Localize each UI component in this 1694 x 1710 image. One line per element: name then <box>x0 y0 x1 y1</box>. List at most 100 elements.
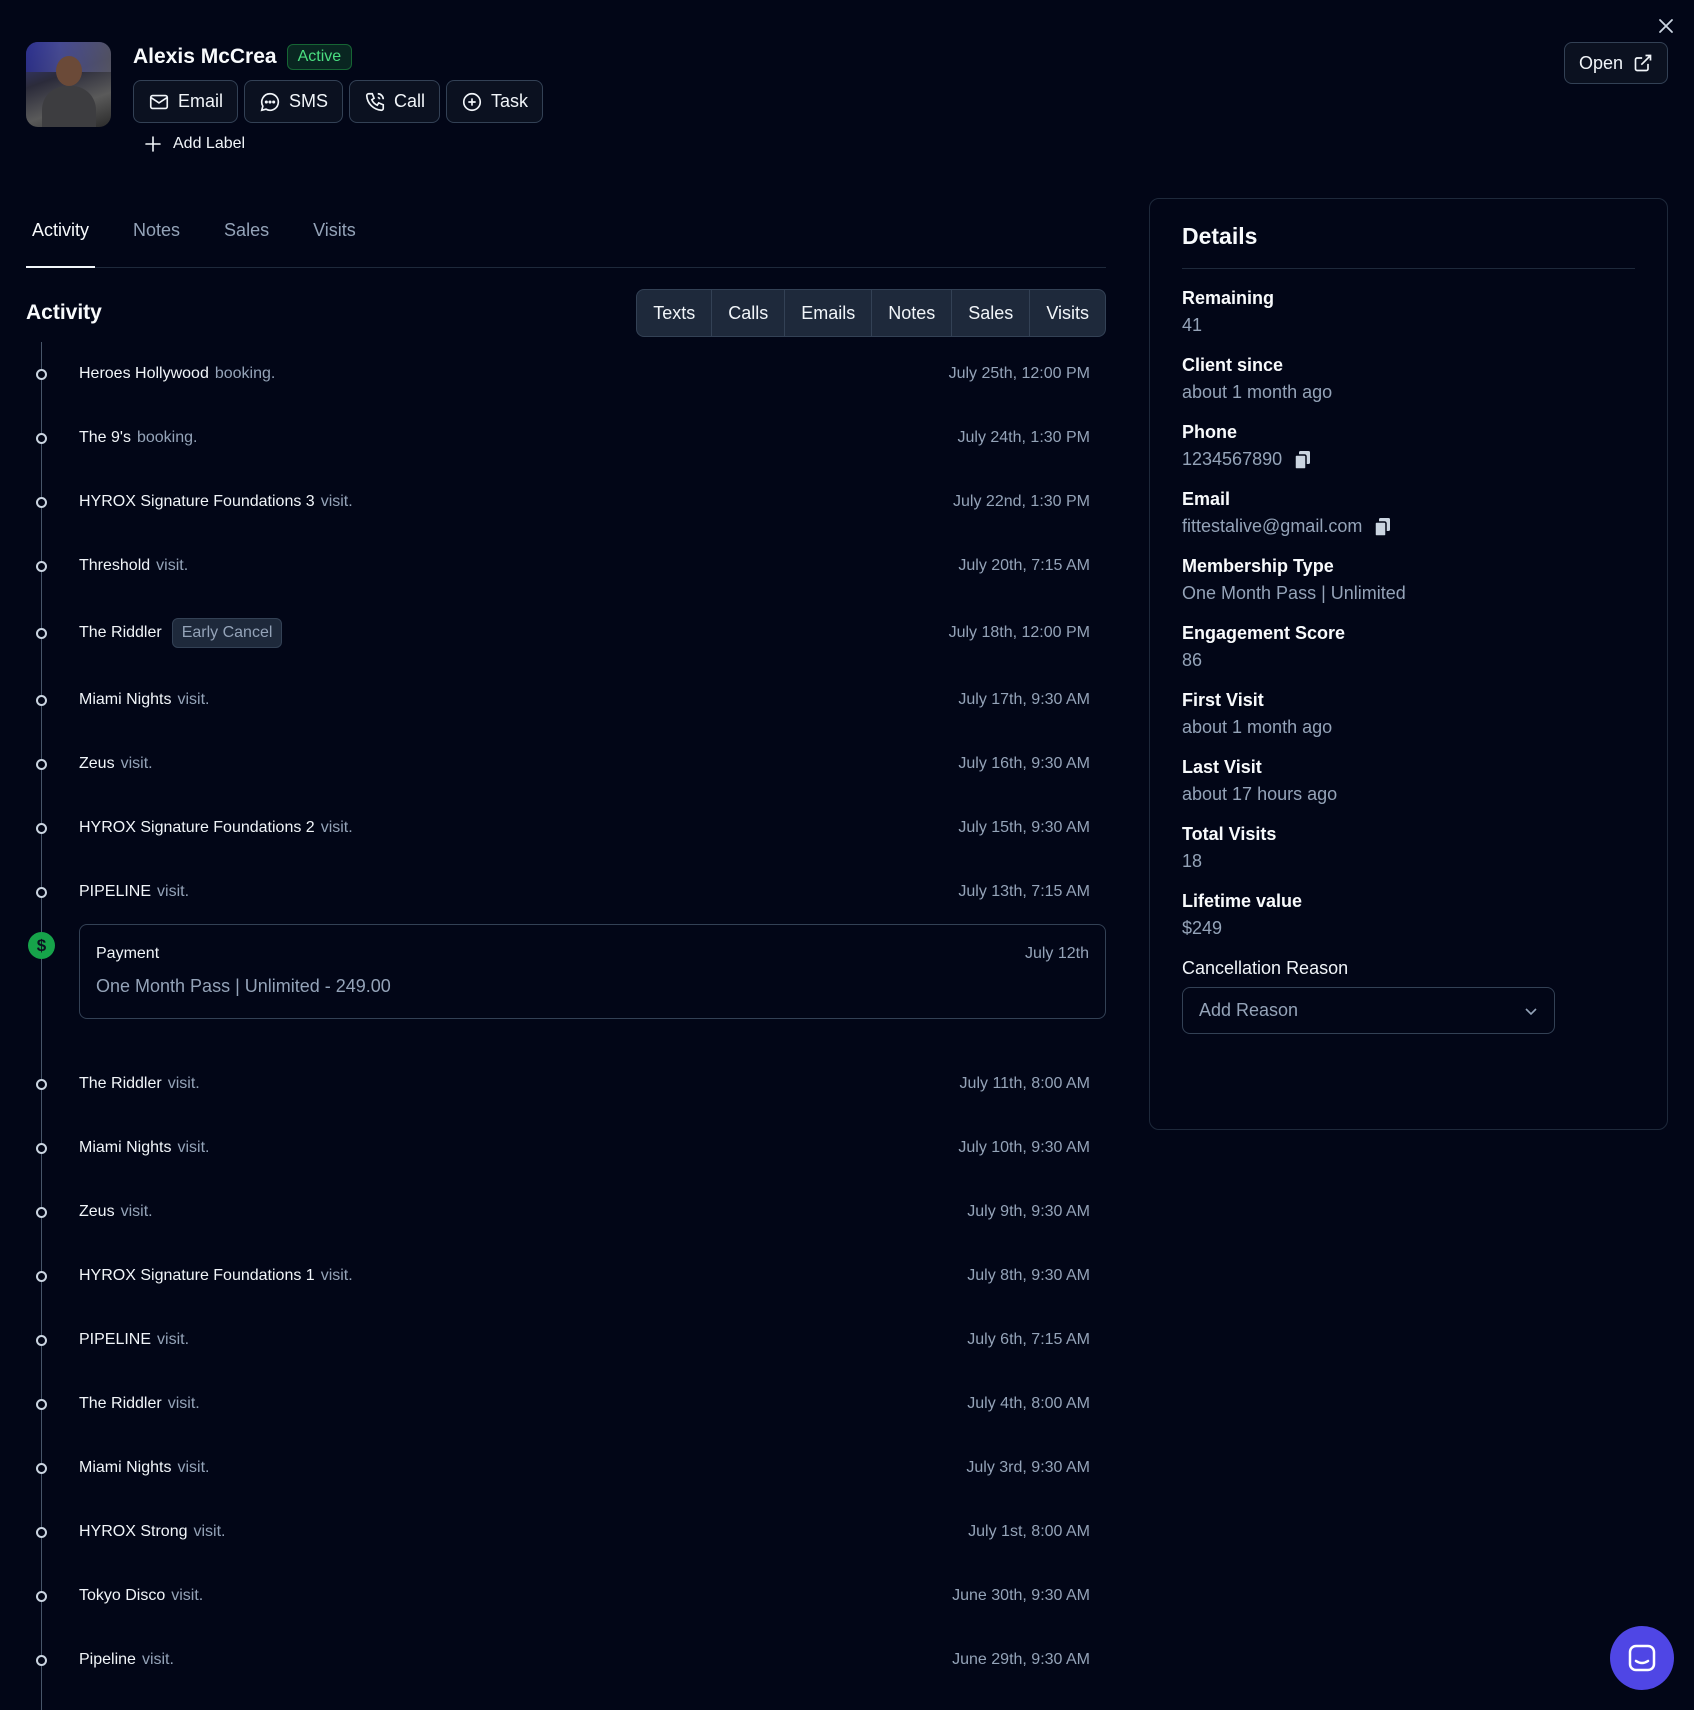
cancellation-reason-select[interactable]: Add Reason <box>1182 987 1555 1034</box>
close-button[interactable] <box>1654 14 1678 38</box>
detail-label: Remaining <box>1182 288 1275 308</box>
activity-type: visit. <box>120 755 153 772</box>
list-item: HYROX Signature Foundations 1 visit. July… <box>26 1244 1106 1308</box>
timeline-dot-icon <box>36 627 47 639</box>
dollar-icon: $ <box>28 932 55 959</box>
task-button[interactable]: Task <box>446 80 544 123</box>
list-item: Threshold visit. July 20th, 7:15 AM <box>26 534 1106 598</box>
payment-card[interactable]: Payment July 12th One Month Pass | Unlim… <box>79 924 1106 1019</box>
activity-type: visit. <box>193 1523 226 1540</box>
list-item: Miami Nights visit. July 10th, 9:30 AM <box>26 1116 1106 1180</box>
detail-client-since: Client since about 1 month ago <box>1182 355 1635 403</box>
activity-time: July 6th, 7:15 AM <box>967 1331 1090 1348</box>
list-item: HYROX Signature Foundations 2 visit. July… <box>26 796 1106 860</box>
activity-type: visit. <box>320 819 353 836</box>
activity-time: July 17th, 9:30 AM <box>958 691 1090 708</box>
add-label-text: Add Label <box>173 135 246 152</box>
support-chat-button[interactable] <box>1610 1626 1674 1690</box>
timeline-dot-icon <box>36 1078 47 1090</box>
tab-activity[interactable]: Activity <box>26 198 96 268</box>
activity-type: visit. <box>320 493 353 510</box>
activity-type: visit. <box>157 1331 190 1348</box>
activity-time: July 15th, 9:30 AM <box>958 819 1090 836</box>
plus-icon <box>145 136 161 152</box>
timeline-dot-icon <box>36 758 47 770</box>
sms-button-label: SMS <box>289 91 329 111</box>
detail-value: 1234567890 <box>1182 449 1283 469</box>
detail-value: 18 <box>1182 851 1203 871</box>
add-label-button[interactable]: Add Label <box>145 135 543 153</box>
detail-last-visit: Last Visit about 17 hours ago <box>1182 757 1635 805</box>
filter-emails[interactable]: Emails <box>784 290 871 336</box>
activity-name: Tokyo Disco <box>79 1587 166 1604</box>
email-button[interactable]: Email <box>133 80 239 123</box>
filter-sales[interactable]: Sales <box>951 290 1029 336</box>
detail-value: 86 <box>1182 650 1203 670</box>
activity-time: July 13th, 7:15 AM <box>958 883 1090 900</box>
activity-name: HYROX Signature Foundations 3 <box>79 493 315 510</box>
tab-visits[interactable]: Visits <box>307 198 362 268</box>
list-item: The 9's booking. July 24th, 1:30 PM <box>26 406 1106 470</box>
activity-type: visit. <box>141 1651 174 1668</box>
activity-type: booking. <box>214 365 276 382</box>
timeline-dot-icon <box>36 694 47 706</box>
close-icon <box>1659 19 1673 33</box>
filter-calls[interactable]: Calls <box>711 290 784 336</box>
list-item: Tokyo Disco visit. June 30th, 9:30 AM <box>26 1564 1106 1628</box>
detail-label: First Visit <box>1182 690 1264 710</box>
tab-sales[interactable]: Sales <box>218 198 275 268</box>
open-button[interactable]: Open <box>1563 42 1668 84</box>
detail-value: about 1 month ago <box>1182 382 1333 402</box>
activity-title: Activity <box>26 301 102 324</box>
timeline-dot-icon <box>36 496 47 508</box>
call-button[interactable]: Call <box>349 80 441 123</box>
detail-remaining: Remaining 41 <box>1182 288 1635 336</box>
copy-icon[interactable] <box>1374 517 1392 537</box>
profile-header: Alexis McCrea Active Email SMS Call Task <box>26 42 544 153</box>
activity-name: The Riddler <box>79 1075 162 1092</box>
tab-notes[interactable]: Notes <box>127 198 186 268</box>
payment-description: One Month Pass | Unlimited - 249.00 <box>96 976 391 996</box>
detail-value: fittestalive@gmail.com <box>1182 516 1363 536</box>
activity-time: July 11th, 8:00 AM <box>959 1075 1090 1092</box>
details-panel: Details Remaining 41 Client since about … <box>1149 198 1668 1130</box>
activity-time: July 1st, 8:00 AM <box>968 1523 1090 1540</box>
activity-type: visit. <box>177 1139 210 1156</box>
select-placeholder: Add Reason <box>1199 1000 1299 1020</box>
activity-name: Miami Nights <box>79 691 172 708</box>
status-badge: Active <box>286 44 353 70</box>
filter-visits[interactable]: Visits <box>1029 290 1105 336</box>
detail-engagement-score: Engagement Score 86 <box>1182 623 1635 671</box>
activity-name: Zeus <box>79 755 115 772</box>
activity-time: July 9th, 9:30 AM <box>967 1203 1090 1220</box>
timeline-dot-icon <box>36 1590 47 1602</box>
sms-button[interactable]: SMS <box>244 80 344 123</box>
activity-time: July 3rd, 9:30 AM <box>966 1459 1090 1476</box>
copy-icon[interactable] <box>1294 450 1312 470</box>
list-item: The Riddler Early Cancel July 18th, 12:00… <box>26 598 1106 668</box>
list-item: Heroes Hollywood booking. July 25th, 12:0… <box>26 342 1106 406</box>
activity-type: visit. <box>177 1459 210 1476</box>
detail-value: about 17 hours ago <box>1182 784 1338 804</box>
detail-value: $249 <box>1182 918 1223 938</box>
activity-type: visit. <box>171 1587 204 1604</box>
detail-value: One Month Pass | Unlimited <box>1182 583 1406 603</box>
activity-type: visit. <box>157 883 190 900</box>
activity-timeline: Heroes Hollywood booking. July 25th, 12:0… <box>26 342 1106 1710</box>
activity-time: June 29th, 9:30 AM <box>952 1651 1090 1668</box>
timeline-dot-icon <box>36 1654 47 1666</box>
avatar <box>26 42 111 127</box>
timeline-dot-icon <box>36 1398 47 1410</box>
filter-texts[interactable]: Texts <box>637 290 711 336</box>
activity-time: July 16th, 9:30 AM <box>958 755 1090 772</box>
filter-notes[interactable]: Notes <box>871 290 951 336</box>
timeline-dot-icon <box>36 1526 47 1538</box>
activity-type: visit. <box>167 1075 200 1092</box>
list-item: Miami Nights visit. July 3rd, 9:30 AM <box>26 1436 1106 1500</box>
list-item: Zeus visit. July 9th, 9:30 AM <box>26 1180 1106 1244</box>
list-item: Zeus visit. July 16th, 9:30 AM <box>26 732 1106 796</box>
activity-name: Heroes Hollywood <box>79 365 209 382</box>
plus-circle-icon <box>462 92 482 111</box>
detail-lifetime-value: Lifetime value $249 <box>1182 891 1635 939</box>
activity-name: HYROX Strong <box>79 1523 188 1540</box>
